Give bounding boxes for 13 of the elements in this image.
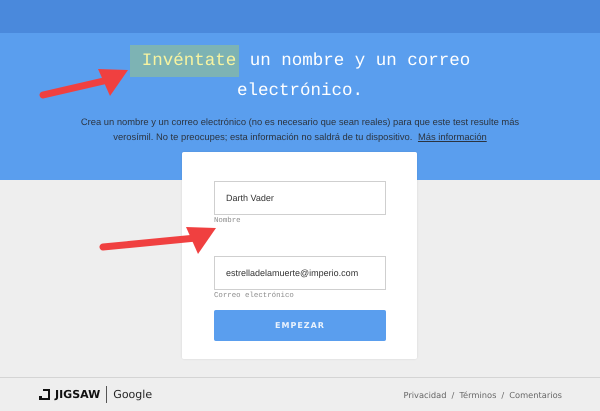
- page-heading: Invéntate un nombre y un correo electrónico.: [120, 46, 480, 106]
- input-field[interactable]: estrelladelamuerte@imperio.com: [214, 256, 386, 290]
- footer-link[interactable]: Privacidad: [403, 390, 447, 400]
- intro-text: Crea un nombre y un correo electrónico (no es necesario que sean reales) para que este test resulte más verosímil. No te preocupes; esta información no saldrá de tu dispositivo. Más información: [80, 115, 520, 144]
- jigsaw-logo-icon: [39, 389, 50, 400]
- more-info-link[interactable]: Más información: [418, 131, 487, 142]
- footer-link[interactable]: Términos: [459, 390, 496, 400]
- footer-link[interactable]: Comentarios: [509, 390, 562, 400]
- input-field[interactable]: Darth Vader: [214, 181, 386, 215]
- link-separator: /: [501, 390, 504, 400]
- partner-name: Google: [113, 388, 152, 401]
- link-separator: /: [452, 390, 454, 400]
- brand-name: JIGSAW: [55, 388, 100, 401]
